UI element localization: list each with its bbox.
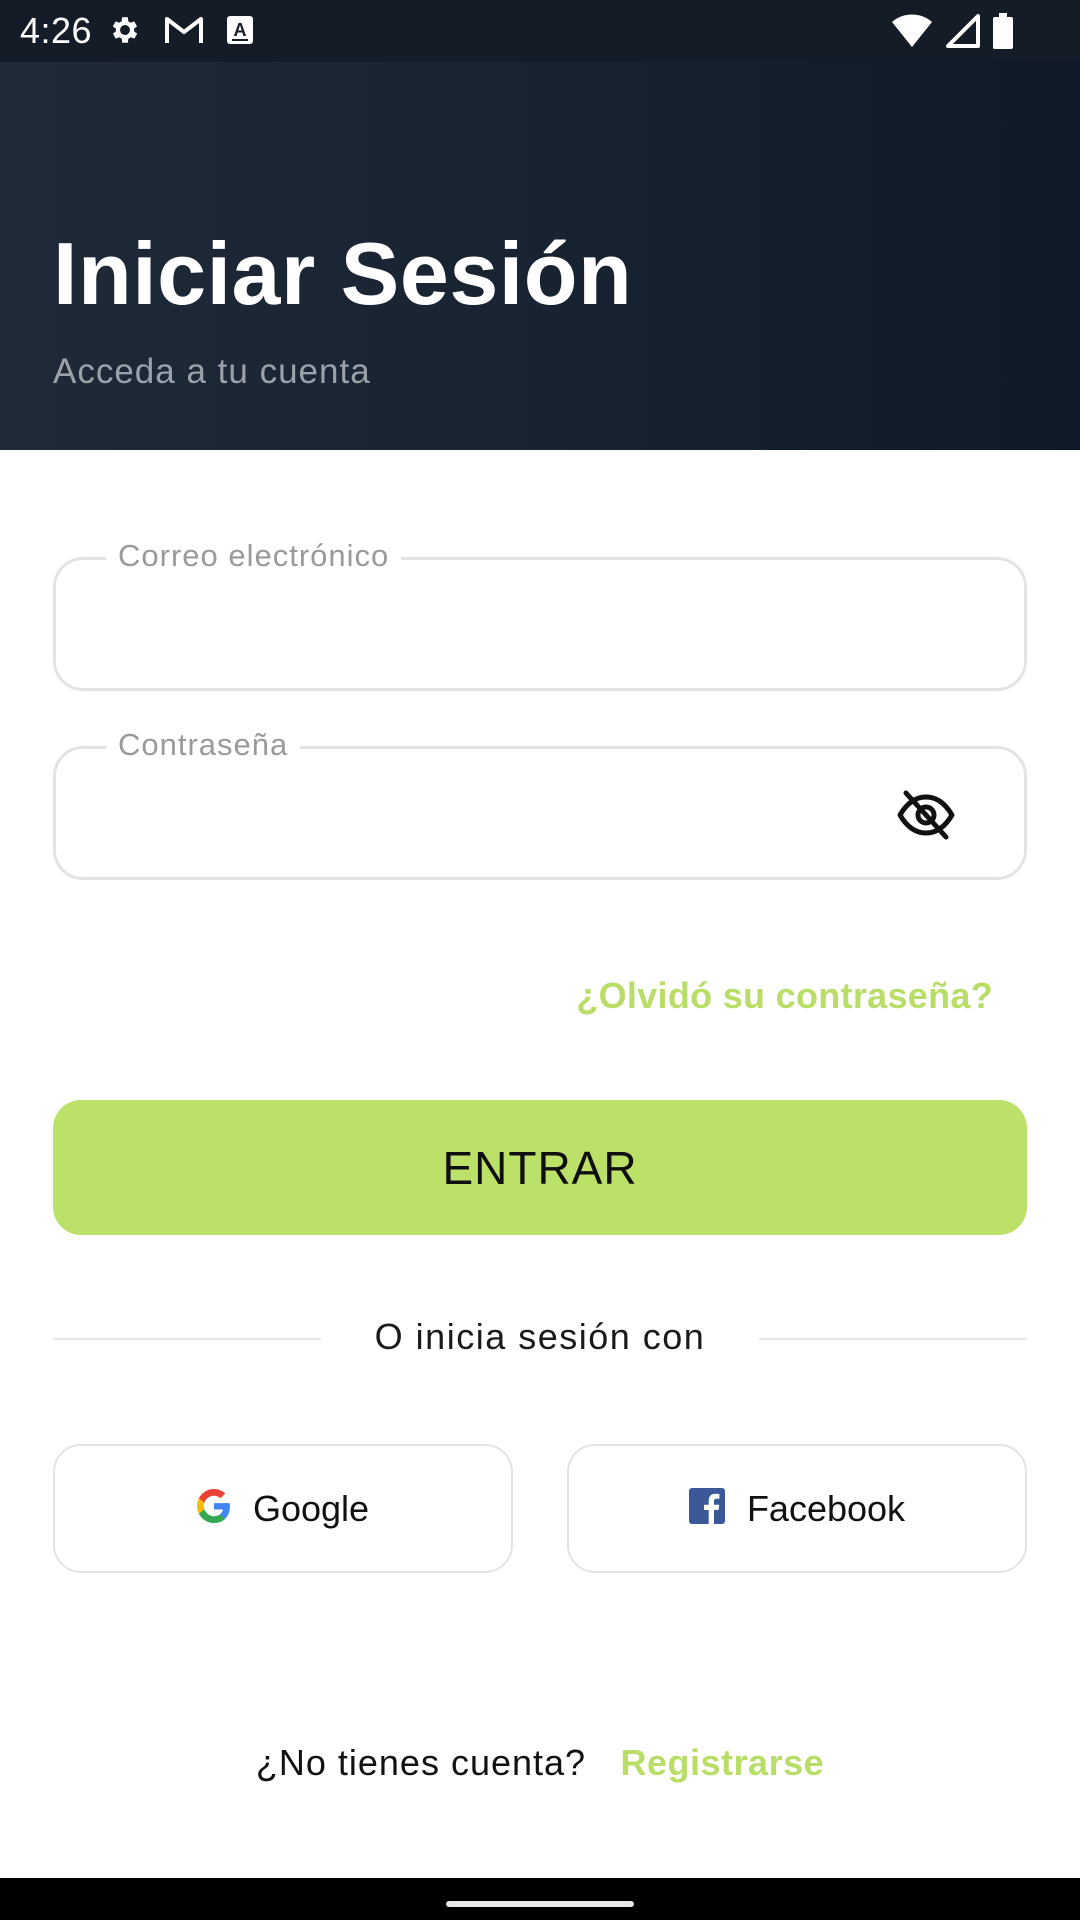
status-icons-right (892, 13, 1014, 54)
facebook-label: Facebook (746, 1487, 906, 1529)
divider-text: O inicia sesión con (374, 1316, 706, 1357)
status-icons-left: A (108, 13, 254, 52)
forgot-password-link[interactable]: ¿Olvidó su contraseña? (576, 972, 993, 1020)
a-icon: A (226, 15, 254, 50)
status-time: 4:26 (20, 10, 93, 51)
svg-text:A: A (234, 20, 247, 40)
register-row: ¿No tienes cuenta? Registrarse (0, 1742, 1080, 1784)
wifi-icon (892, 14, 932, 53)
password-field[interactable]: Contraseña (53, 723, 1027, 880)
battery-icon (992, 13, 1014, 54)
password-input[interactable] (92, 779, 872, 849)
facebook-icon (688, 1488, 725, 1529)
header: Iniciar Sesión Acceda a tu cuenta (0, 62, 1080, 450)
divider-line-right (759, 1338, 1027, 1340)
page-title: Iniciar Sesión (53, 224, 633, 323)
gear-icon (108, 13, 142, 52)
google-login-button[interactable]: Google (53, 1444, 513, 1573)
facebook-login-button[interactable]: Facebook (567, 1444, 1027, 1573)
home-gesture-handle[interactable] (446, 1901, 634, 1907)
navigation-bar (0, 1878, 1080, 1920)
login-screen: 4:26 A Iniciar Sesión Acceda a tu cuenta… (0, 0, 1080, 1920)
gmail-icon (164, 14, 204, 51)
google-icon (196, 1489, 231, 1528)
password-field-label: Contraseña (106, 723, 301, 767)
eye-off-icon[interactable] (896, 789, 956, 841)
login-button[interactable]: ENTRAR (53, 1100, 1027, 1235)
email-input[interactable] (92, 590, 872, 660)
social-divider: O inicia sesión con (53, 1310, 1027, 1370)
google-label: Google (252, 1487, 370, 1529)
page-subtitle: Acceda a tu cuenta (53, 352, 371, 391)
email-field[interactable]: Correo electrónico (53, 534, 1027, 691)
register-question: ¿No tienes cuenta? (255, 1742, 587, 1783)
status-bar: 4:26 A (0, 0, 1080, 62)
email-field-label: Correo electrónico (106, 534, 402, 578)
register-link[interactable]: Registrarse (621, 1742, 825, 1783)
signal-icon (944, 14, 980, 53)
